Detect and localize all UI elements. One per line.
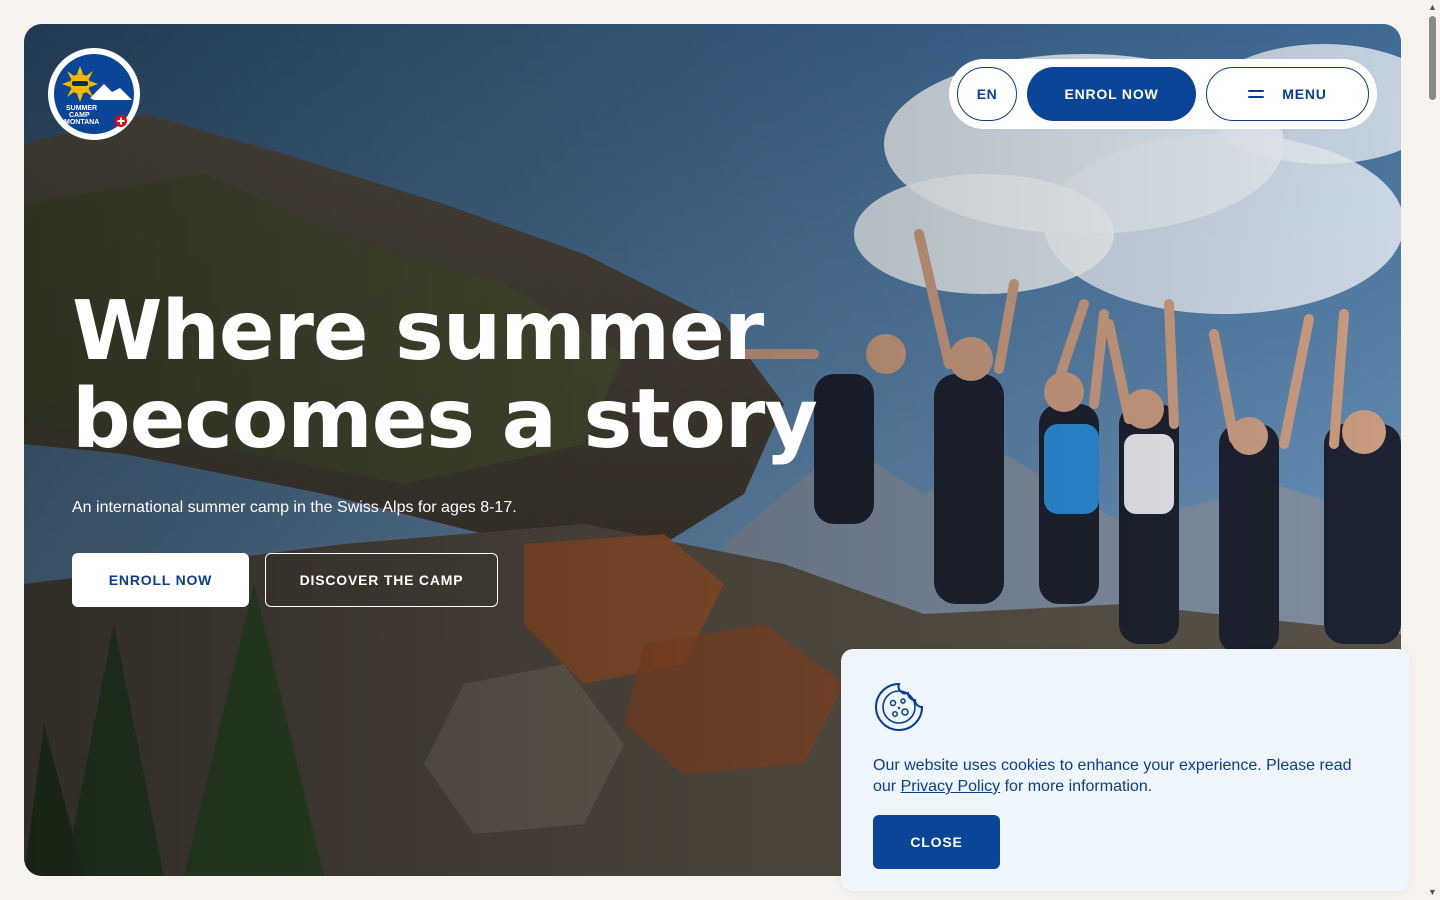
hero-headline-line1: Where summer — [72, 284, 764, 379]
menu-button[interactable]: MENU — [1206, 67, 1369, 121]
logo-line1: SUMMER — [66, 105, 97, 112]
hero-cta-group: ENROLL NOW DISCOVER THE CAMP — [72, 553, 498, 607]
top-navigation: EN ENROL NOW MENU — [949, 59, 1377, 129]
scroll-thumb[interactable] — [1429, 16, 1436, 100]
cookie-icon — [873, 681, 1378, 733]
hero-headline: Where summer becomes a story — [72, 288, 832, 464]
cookie-close-button[interactable]: CLOSE — [873, 815, 1000, 869]
site-logo[interactable]: SUMMER CAMP MONTANA — [48, 48, 140, 140]
hamburger-icon — [1248, 90, 1265, 98]
scroll-up-arrow-icon[interactable]: ▲ — [1428, 3, 1437, 12]
cookie-banner: Our website uses cookies to enhance your… — [841, 649, 1410, 891]
enrol-now-button[interactable]: ENROL NOW — [1027, 67, 1196, 121]
privacy-policy-link[interactable]: Privacy Policy — [901, 778, 1001, 795]
language-selector-button[interactable]: EN — [957, 67, 1017, 121]
menu-label: MENU — [1282, 86, 1327, 102]
sun-mountain-logo-icon: SUMMER CAMP MONTANA — [54, 54, 134, 134]
enroll-now-button[interactable]: ENROLL NOW — [72, 553, 249, 607]
hero-headline-line2: becomes a story — [72, 372, 818, 467]
scroll-down-arrow-icon[interactable]: ▼ — [1428, 888, 1437, 897]
logo-line3: MONTANA — [64, 119, 99, 126]
logo-line2: CAMP — [69, 112, 90, 119]
cookie-text-after: for more information. — [1000, 778, 1153, 795]
cookie-message: Our website uses cookies to enhance your… — [873, 755, 1378, 797]
discover-camp-button[interactable]: DISCOVER THE CAMP — [265, 553, 498, 607]
hero-subline: An international summer camp in the Swis… — [72, 499, 517, 516]
page-scrollbar[interactable]: ▲ ▼ — [1425, 0, 1440, 900]
page: SUMMER CAMP MONTANA EN ENROL NOW MENU Wh… — [0, 0, 1440, 900]
